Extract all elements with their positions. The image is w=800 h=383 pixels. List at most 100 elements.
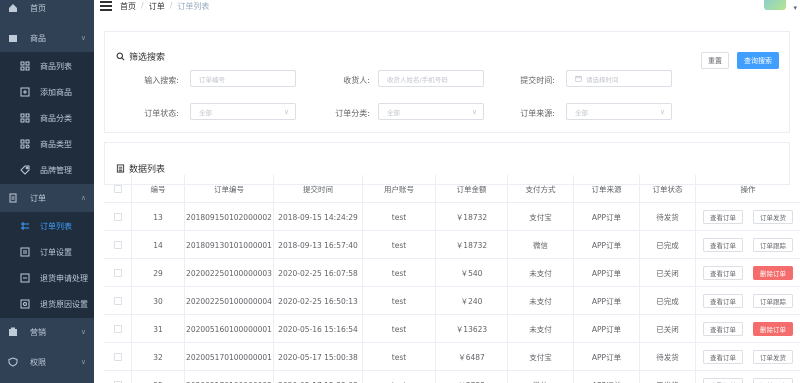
table-row: 32 202005170100000001 2020-05-17 15:00:38 t… bbox=[104, 343, 800, 371]
order-no-input[interactable]: 订单编号 bbox=[190, 70, 296, 87]
row-checkbox[interactable] bbox=[113, 297, 122, 305]
column-header: 订单来源 bbox=[573, 175, 639, 203]
sidebar-item-brand[interactable]: 品牌管理 bbox=[0, 156, 94, 184]
table-row: 29 202002250100000003 2020-02-25 16:07:58 t… bbox=[104, 259, 800, 287]
cell-id: 32 bbox=[131, 343, 184, 371]
caret-down-icon[interactable]: ▾ bbox=[793, 4, 797, 12]
sidebar-item-return-apply[interactable]: 退货申请处理 bbox=[0, 264, 94, 292]
sidebar-item-order-setting[interactable]: 订单设置 bbox=[0, 238, 94, 266]
breadcrumb: 首页 / 订单 / 订单列表 bbox=[120, 1, 209, 12]
row-checkbox[interactable] bbox=[113, 353, 122, 361]
sidebar-item-add-product[interactable]: 添加商品 bbox=[0, 78, 94, 106]
column-header: 订单金额 bbox=[435, 175, 507, 203]
breadcrumb-home[interactable]: 首页 bbox=[120, 1, 136, 12]
source-select[interactable]: 全部 ∨ bbox=[566, 103, 672, 120]
row-checkbox[interactable] bbox=[113, 325, 122, 333]
sidebar-item-permission[interactable]: 权限 ∨ bbox=[0, 348, 94, 376]
view-order-button[interactable]: 查看订单 bbox=[703, 378, 743, 383]
cell-operations: 查看订单订单跟踪 bbox=[695, 231, 800, 259]
marketing-icon bbox=[8, 327, 18, 337]
status-select[interactable]: 全部 ∨ bbox=[190, 103, 296, 120]
sidebar-item-product-list[interactable]: 商品列表 bbox=[0, 52, 94, 80]
cell-order-no: 202005170100000001 bbox=[184, 343, 273, 371]
cell-operations: 查看订单 删除订单 bbox=[695, 259, 800, 287]
view-order-button[interactable]: 查看订单 bbox=[703, 350, 743, 364]
sidebar-item-return-reason[interactable]: 退货原因设置 bbox=[0, 290, 94, 318]
cell-status: 待发货 bbox=[639, 343, 695, 371]
cell-source: APP订单 bbox=[573, 231, 639, 259]
order-action-button[interactable]: 订单跟踪 bbox=[753, 378, 793, 383]
category-select[interactable]: 全部 ∨ bbox=[378, 103, 484, 120]
breadcrumb-order[interactable]: 订单 bbox=[149, 1, 165, 12]
sidebar-item-label: 订单 bbox=[30, 193, 46, 203]
cell-order-no: 202002250100000004 bbox=[184, 287, 273, 315]
table-row: 14 201809130101000001 2018-09-13 16:57:40 t… bbox=[104, 231, 800, 259]
view-order-button[interactable]: 查看订单 bbox=[703, 322, 743, 336]
view-order-button[interactable]: 查看订单 bbox=[703, 294, 743, 308]
cell-status: 已关闭 bbox=[639, 259, 695, 287]
hamburger-icon[interactable] bbox=[100, 1, 112, 11]
view-order-button[interactable]: 查看订单 bbox=[703, 210, 743, 224]
column-header: 操作 bbox=[695, 175, 800, 203]
chevron-down-icon: ∨ bbox=[80, 34, 86, 42]
cell-operations: 查看订单订单跟踪 bbox=[695, 287, 800, 315]
cell-time: 2020-05-16 15:16:54 bbox=[273, 315, 362, 343]
order-action-button[interactable]: 订单跟踪 bbox=[753, 238, 793, 252]
sidebar-item-label: 退货原因设置 bbox=[40, 299, 88, 309]
delete-order-button[interactable]: 删除订单 bbox=[753, 266, 793, 280]
row-checkbox[interactable] bbox=[113, 241, 122, 249]
home-icon bbox=[8, 3, 18, 13]
select-all-checkbox[interactable] bbox=[113, 185, 122, 193]
sidebar-item-order-list[interactable]: 订单列表 bbox=[0, 212, 94, 240]
sidebar-item-label: 商品类型 bbox=[40, 139, 72, 149]
sidebar-item-product[interactable]: 商品 ∨ bbox=[0, 24, 94, 52]
cell-user: test bbox=[362, 287, 435, 315]
list-title: 数据列表 bbox=[116, 162, 165, 175]
cell-id: 14 bbox=[131, 231, 184, 259]
order-list-icon bbox=[20, 221, 30, 231]
row-checkbox[interactable] bbox=[113, 269, 122, 277]
cell-order-no: 201809150102000002 bbox=[184, 203, 273, 231]
avatar[interactable] bbox=[764, 0, 786, 10]
row-checkbox[interactable] bbox=[113, 213, 122, 221]
order-action-button[interactable]: 订单发货 bbox=[753, 210, 793, 224]
view-order-button[interactable]: 查看订单 bbox=[703, 238, 743, 252]
chevron-down-icon: ∨ bbox=[471, 107, 477, 116]
query-button[interactable]: 查询搜索 bbox=[737, 52, 779, 69]
cell-source: APP订单 bbox=[573, 371, 639, 383]
sidebar-item-product-category[interactable]: 商品分类 bbox=[0, 104, 94, 132]
return-reason-icon bbox=[20, 299, 30, 309]
list-icon bbox=[116, 164, 125, 173]
view-order-button[interactable]: 查看订单 bbox=[703, 266, 743, 280]
sidebar-item-label: 营销 bbox=[30, 327, 46, 337]
type-icon bbox=[20, 139, 30, 149]
sidebar-item-order[interactable]: 订单 ∧ bbox=[0, 184, 94, 212]
cell-user: test bbox=[362, 315, 435, 343]
receiver-input[interactable]: 收货人姓名/手机号码 bbox=[378, 70, 484, 87]
delete-order-button[interactable]: 删除订单 bbox=[753, 322, 793, 336]
cell-id: 30 bbox=[131, 287, 184, 315]
cell-pay: 未支付 bbox=[507, 259, 573, 287]
return-apply-icon bbox=[20, 273, 30, 283]
cell-time: 2018-09-15 14:24:29 bbox=[273, 203, 362, 231]
cell-user: test bbox=[362, 231, 435, 259]
cell-status: 已完成 bbox=[639, 231, 695, 259]
sidebar-item-marketing[interactable]: 营销 ∨ bbox=[0, 318, 94, 346]
cell-pay: 微信 bbox=[507, 231, 573, 259]
sidebar-item-product-type[interactable]: 商品类型 bbox=[0, 130, 94, 158]
order-setting-icon bbox=[20, 247, 30, 257]
sidebar-item-label: 订单列表 bbox=[40, 221, 72, 231]
sidebar-item-home[interactable]: 首页 bbox=[0, 0, 94, 22]
chevron-up-icon: ∧ bbox=[80, 194, 86, 202]
cell-operations: 查看订单 订单发货 bbox=[695, 203, 800, 231]
cell-amount: ￥540 bbox=[435, 259, 507, 287]
source-label: 订单来源: bbox=[520, 109, 555, 118]
sidebar-item-label: 商品列表 bbox=[40, 61, 72, 71]
sidebar-item-label: 首页 bbox=[30, 3, 46, 13]
submit-time-picker[interactable]: 请选择时间 bbox=[566, 70, 672, 87]
cell-user: test bbox=[362, 371, 435, 383]
reset-button[interactable]: 重置 bbox=[701, 52, 729, 69]
order-action-button[interactable]: 订单发货 bbox=[753, 350, 793, 364]
cell-pay: 支付宝 bbox=[507, 203, 573, 231]
order-action-button[interactable]: 订单跟踪 bbox=[753, 294, 793, 308]
